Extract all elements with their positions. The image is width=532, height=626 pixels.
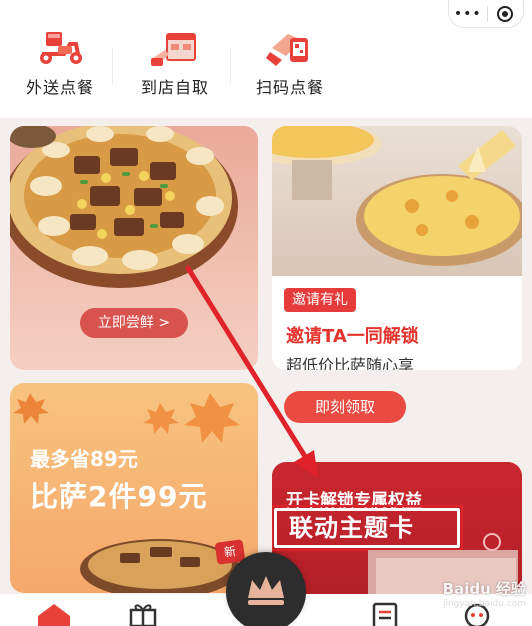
home-icon — [38, 604, 70, 626]
service-label: 到店自取 — [140, 78, 209, 97]
promo-card-new-pizza[interactable]: 立即尝鲜 > — [10, 126, 258, 370]
tab-gift[interactable] — [128, 602, 158, 626]
tab-home[interactable] — [36, 602, 72, 626]
invite-title: 邀请TA一同解锁 — [286, 326, 419, 347]
more-menu-button[interactable]: ••• — [449, 0, 487, 28]
invite-subtitle: 超低价比萨随心享 — [286, 356, 415, 370]
service-label: 外送点餐 — [25, 78, 94, 97]
promo-card-theme-card[interactable]: 开卡解锁专属权益 联动主题卡 — [272, 462, 522, 594]
baidu-watermark: Baidu 经验 jingyan.baidu.com — [443, 578, 526, 609]
service-pickup[interactable]: 到店自取 — [115, 28, 235, 108]
pizza-photo — [272, 126, 522, 276]
service-bar: ••• 外送点餐 到店自取 扫码点餐 — [0, 0, 532, 118]
scan-order-icon — [262, 28, 318, 68]
tab-member[interactable] — [226, 552, 306, 626]
deal-price-text: 比萨2件99元 — [30, 480, 208, 513]
delivery-scooter-icon — [32, 28, 88, 68]
pizza-image — [10, 126, 238, 288]
target-icon — [497, 5, 514, 22]
watermark-url: jingyan.baidu.com — [442, 599, 526, 609]
promo-card-invite[interactable]: 邀请有礼 邀请TA一同解锁 超低价比萨随心享 — [272, 126, 522, 370]
tab-orders[interactable] — [370, 602, 400, 626]
deal-saving-text: 最多省89元 — [30, 447, 138, 471]
service-divider — [112, 48, 113, 84]
miniprogram-capsule: ••• — [448, 0, 524, 28]
theme-card-title: 联动主题卡 — [274, 508, 460, 548]
order-list-icon — [372, 602, 398, 626]
service-scan[interactable]: 扫码点餐 — [230, 28, 350, 108]
close-miniprogram-button[interactable] — [487, 5, 523, 22]
service-delivery[interactable]: 外送点餐 — [0, 28, 120, 108]
gift-icon — [129, 604, 157, 626]
service-label: 扫码点餐 — [255, 78, 324, 97]
try-now-button[interactable]: 立即尝鲜 > — [80, 308, 188, 338]
store-pickup-icon — [147, 28, 203, 68]
invite-tag: 邀请有礼 — [284, 288, 356, 312]
crown-icon — [248, 576, 284, 605]
promo-card-combo-deal[interactable]: 最多省89元 比萨2件99元 新 — [10, 383, 258, 593]
claim-now-button[interactable]: 即刻领取 — [284, 391, 406, 423]
watermark-title: Baidu 经验 — [442, 580, 526, 598]
